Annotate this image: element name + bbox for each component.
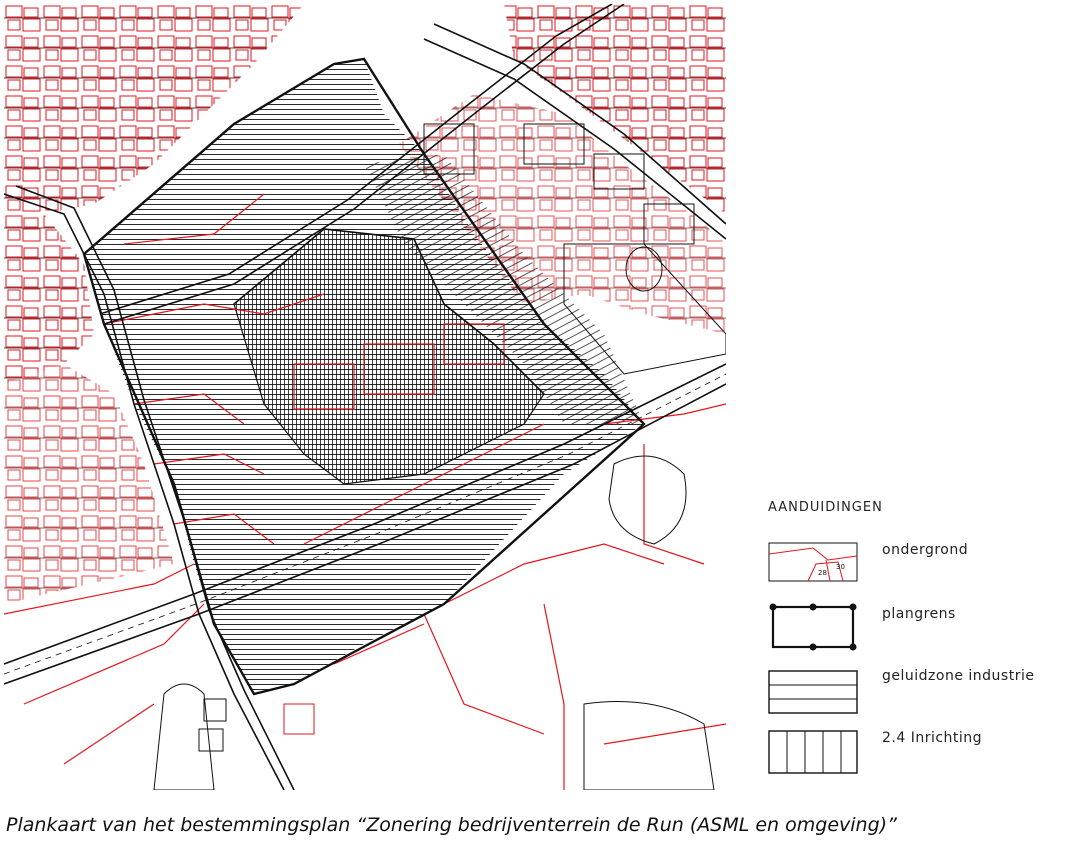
legend-title: AANDUIDINGEN (768, 500, 883, 515)
legend-label-geluidzone: geluidzone industrie (882, 668, 1035, 684)
legend-swatch-geluidzone (768, 670, 858, 714)
legend-number-30: 30 (836, 563, 845, 571)
buildings-south (153, 683, 315, 790)
legend-label-ondergrond: ondergrond (882, 542, 969, 558)
legend-swatch-ondergrond: 28 30 (768, 542, 858, 582)
zoning-map (4, 4, 726, 790)
legend-number-28: 28 (818, 569, 827, 577)
legend-swatch-inrichting (768, 730, 858, 774)
legend-label-inrichting: 2.4 Inrichting (882, 730, 983, 746)
legend: AANDUIDINGEN 28 30 ondergrond plangrens … (760, 490, 1076, 790)
legend-label-plangrens: plangrens (882, 606, 956, 622)
map-caption: Plankaart van het bestemmingsplan “Zoner… (6, 814, 897, 836)
legend-swatch-plangrens (769, 603, 857, 651)
